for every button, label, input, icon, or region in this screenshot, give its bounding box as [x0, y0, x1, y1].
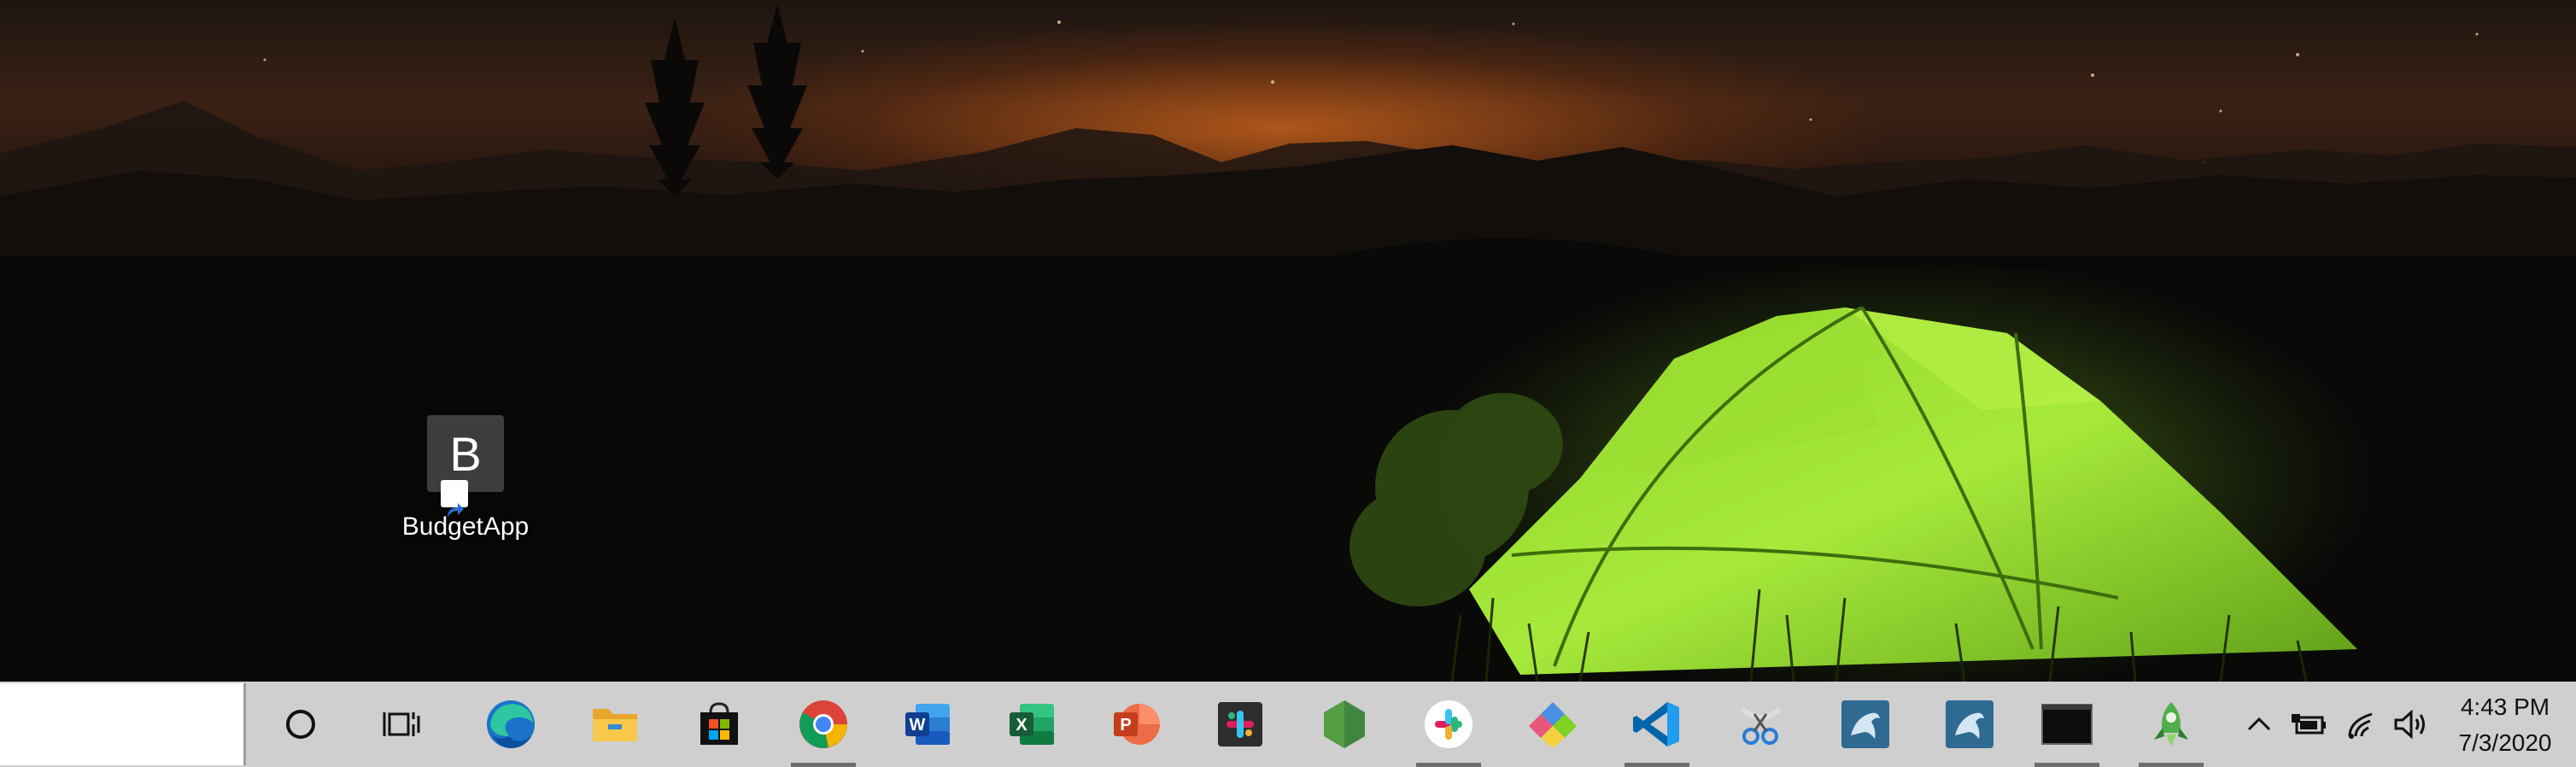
rocket-icon — [2154, 702, 2188, 747]
wifi-icon — [2348, 712, 2373, 739]
microsoft-excel-button[interactable]: X — [991, 682, 1073, 767]
desktop: B BudgetApp — [0, 0, 2576, 682]
running-indicator — [791, 763, 856, 767]
tile-letter: B — [449, 426, 482, 481]
search-box[interactable] — [0, 683, 246, 765]
mysql-workbench-button[interactable] — [1824, 682, 1906, 767]
battery-button[interactable] — [2286, 682, 2332, 767]
show-hidden-icons-button[interactable] — [2238, 682, 2280, 767]
file-explorer-button[interactable] — [574, 682, 656, 767]
powerpoint-letter: P — [1120, 716, 1131, 735]
clock-date: 7/3/2020 — [2458, 729, 2552, 756]
shortcut-arrow-icon — [441, 480, 468, 518]
nodejs-hexagon-icon — [1324, 700, 1365, 748]
slack-workspace-button[interactable] — [1199, 682, 1281, 767]
nodejs-button[interactable] — [1303, 682, 1385, 767]
rocket-app-button[interactable] — [2130, 682, 2212, 767]
app-launcher-button[interactable] — [1512, 682, 1594, 767]
word-letter: W — [910, 716, 926, 735]
cortana-button[interactable] — [260, 682, 342, 767]
terminal-button[interactable] — [2026, 682, 2108, 767]
budgetapp-icon: B — [427, 415, 504, 518]
taskbar: W X P 4:43 PM 7/3/2020 — [0, 682, 2576, 767]
scissors-icon — [1740, 706, 1783, 745]
microsoft-word-button[interactable]: W — [887, 682, 969, 767]
edge-icon — [487, 700, 535, 748]
visual-studio-code-button[interactable] — [1616, 682, 1698, 767]
clock[interactable]: 4:43 PM 7/3/2020 — [2434, 687, 2576, 764]
running-indicator — [2034, 763, 2099, 767]
word-icon: W — [905, 704, 950, 745]
microsoft-edge-button[interactable] — [470, 682, 552, 767]
dolphin-icon — [1841, 700, 1889, 748]
cortana-circle-icon — [286, 710, 315, 739]
dolphin-icon — [1946, 700, 1993, 748]
slack-button[interactable] — [1408, 682, 1490, 767]
excel-icon: X — [1010, 704, 1054, 745]
task-view-button[interactable] — [360, 682, 442, 767]
battery-icon — [2292, 714, 2326, 735]
volume-icon — [2394, 709, 2425, 740]
excel-letter: X — [1016, 716, 1027, 735]
mysql-workbench-2-button[interactable] — [1929, 682, 2011, 767]
terminal-icon — [2041, 704, 2093, 745]
microsoft-powerpoint-button[interactable]: P — [1095, 682, 1177, 767]
diamond-tiles-icon — [1529, 702, 1577, 748]
clock-time: 4:43 PM — [2460, 694, 2550, 720]
wallpaper-image — [0, 4, 2576, 682]
task-view-icon — [383, 712, 420, 736]
slack-square-icon — [1218, 702, 1262, 747]
running-indicator — [1625, 763, 1689, 767]
desktop-icon-budgetapp[interactable]: B BudgetApp — [401, 415, 530, 552]
google-chrome-button[interactable] — [782, 682, 864, 767]
running-indicator — [1416, 763, 1481, 767]
microsoft-store-button[interactable] — [678, 682, 760, 767]
store-bag-icon — [700, 702, 738, 745]
network-button[interactable] — [2339, 682, 2385, 767]
volume-button[interactable] — [2388, 682, 2434, 767]
folder-icon — [593, 709, 637, 741]
snipping-tool-button[interactable] — [1720, 682, 1802, 767]
powerpoint-icon: P — [1114, 704, 1160, 745]
vscode-icon — [1633, 702, 1679, 747]
chevron-up-icon — [2247, 717, 2271, 731]
chrome-icon — [799, 700, 847, 748]
slack-icon — [1425, 700, 1472, 748]
running-indicator — [2139, 763, 2204, 767]
